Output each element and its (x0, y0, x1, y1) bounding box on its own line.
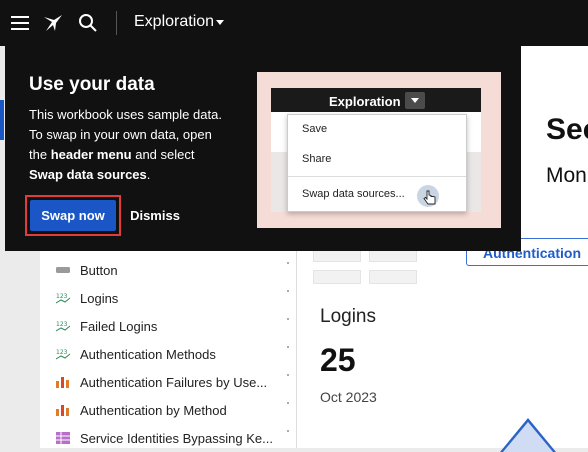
gutter-dot (287, 318, 289, 320)
placeholder-row (369, 270, 417, 284)
table-icon (56, 432, 70, 444)
top-bar: Exploration (0, 0, 588, 46)
topbar-divider (116, 11, 117, 35)
gutter-dot (287, 346, 289, 348)
list-item-label: Service Identities Bypassing Ke... (80, 430, 273, 446)
kpi-123-icon: 123 (56, 349, 70, 360)
dismiss-button[interactable]: Dismiss (129, 200, 181, 231)
bar-chart-icon (56, 377, 69, 388)
sigma-logo-icon[interactable] (43, 13, 63, 33)
illustration-menu-divider (288, 176, 466, 177)
svg-text:123: 123 (56, 349, 68, 356)
body-text: and select (131, 147, 195, 162)
body-text: . (146, 167, 151, 182)
svg-text:123: 123 (56, 321, 68, 328)
button-element-icon (56, 267, 70, 273)
bar-chart-icon (56, 405, 69, 416)
use-your-data-popover: Use your data This workbook uses sample … (5, 37, 521, 251)
illustration-menu-item: Save (302, 123, 328, 135)
list-item[interactable]: 123 Failed Logins (56, 315, 157, 337)
body-text: the (29, 147, 51, 162)
list-item[interactable]: Authentication by Method (56, 399, 227, 421)
workbook-title[interactable]: Exploration (134, 13, 214, 31)
list-item-label: Authentication Failures by Use... (80, 374, 268, 390)
gutter-dot (287, 290, 289, 292)
hamburger-menu-icon[interactable] (10, 13, 30, 33)
gutter-dot (287, 402, 289, 404)
popover-body: This workbook uses sample data. To swap … (29, 105, 243, 185)
kpi-123-icon: 123 (56, 321, 70, 332)
search-icon[interactable] (78, 13, 98, 33)
kpi-title: Logins (320, 306, 376, 327)
body-line-1: This workbook uses sample data. (29, 107, 222, 122)
svg-text:123: 123 (56, 293, 68, 300)
kpi-subtitle: Oct 2023 (320, 389, 377, 405)
chevron-down-icon (411, 98, 419, 103)
illustration-title: Exploration (329, 94, 401, 109)
kpi-value: 25 (320, 342, 356, 378)
list-item-label: Logins (80, 290, 119, 306)
illustration-menu-item: Swap data sources... (302, 188, 405, 200)
popover-title: Use your data (29, 74, 155, 95)
illustration-menu-item: Share (302, 153, 332, 165)
list-item-label: Button (80, 262, 118, 278)
gutter-dot (287, 262, 289, 264)
placeholder-row (313, 270, 361, 284)
page-subheading: Mon (546, 164, 587, 187)
popover-arrow (211, 37, 229, 46)
swap-now-button[interactable]: Swap now (30, 200, 116, 231)
list-item[interactable]: Service Identities Bypassing Ke... (56, 427, 273, 449)
page-heading: Sec (546, 113, 588, 146)
header-menu-emphasis: header menu (50, 147, 132, 162)
illustration-menu: Save Share Swap data sources... (287, 114, 467, 212)
list-item[interactable]: 123 Logins (56, 287, 118, 309)
chevron-down-icon[interactable] (216, 20, 224, 25)
swap-data-illustration: Exploration Save Share Swap data sources… (257, 72, 501, 228)
list-item[interactable]: 123 Authentication Methods (56, 343, 216, 365)
list-item-label: Authentication Methods (80, 346, 216, 362)
gutter-dot (287, 374, 289, 376)
gutter-dot (287, 430, 289, 432)
hand-pointer-icon (423, 190, 436, 205)
kpi-123-icon: 123 (56, 293, 70, 304)
swap-data-sources-emphasis: Swap data sources (29, 167, 147, 182)
list-item[interactable]: Authentication Failures by Use... (56, 371, 267, 393)
list-item-label: Failed Logins (80, 318, 158, 334)
active-rail-indicator (0, 100, 4, 140)
list-item[interactable]: Button (56, 259, 118, 281)
body-line-2: To swap in your own data, open (29, 127, 212, 142)
list-item-label: Authentication by Method (80, 402, 227, 418)
